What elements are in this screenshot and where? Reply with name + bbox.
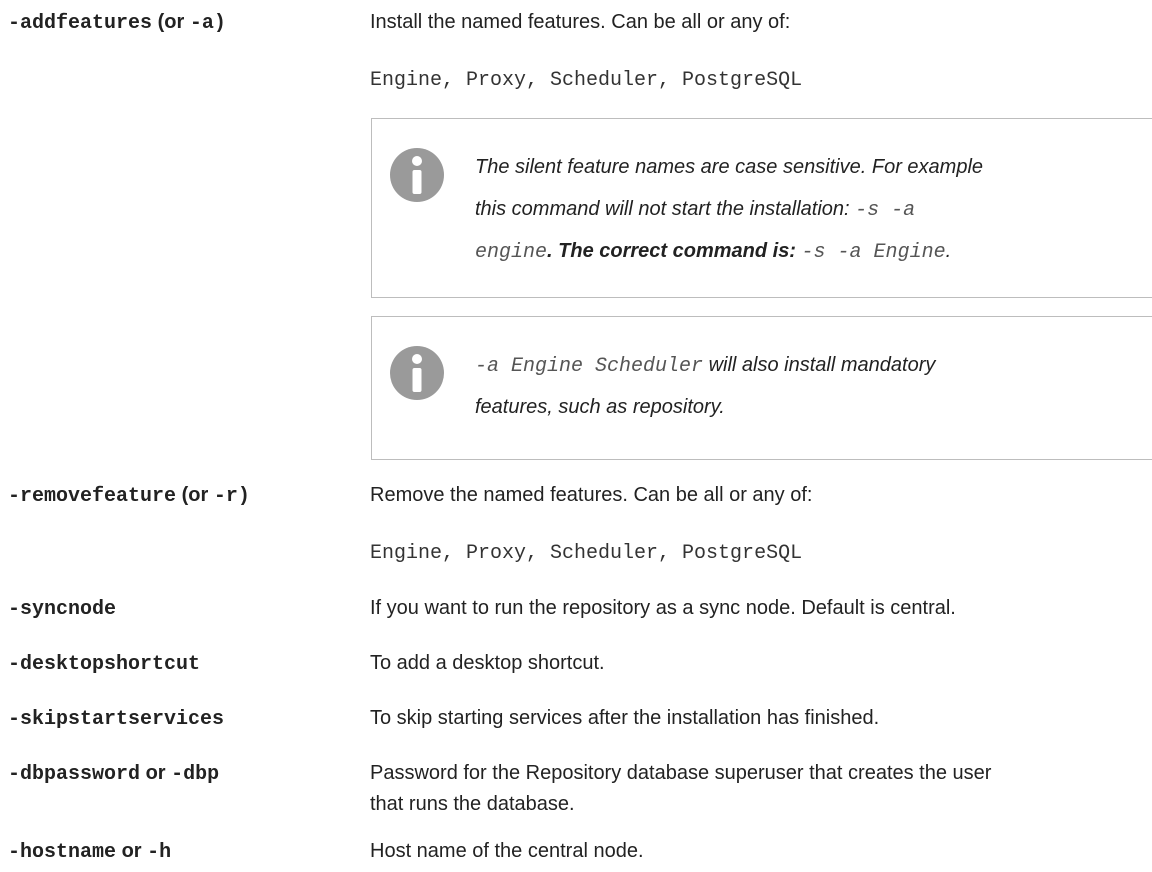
flag-r: -r) [213,485,250,508]
param-hostname: -hostname or -h [8,840,172,864]
desc-desktopshortcut: To add a desktop shortcut. [370,652,605,674]
desc-dbpassword-line2: that runs the database. [370,793,575,815]
flag-removefeature: -removefeature [8,485,177,508]
note-case-sensitive: The silent feature names are case sensit… [371,118,1152,298]
code-removefeature-list: Engine, Proxy, Scheduler, PostgreSQL [370,542,803,565]
desc-dbpassword-line1: Password for the Repository database sup… [370,762,992,784]
note-line: this command will not start the installa… [475,198,916,222]
param-desktopshortcut: -desktopshortcut [8,653,201,676]
info-icon [390,148,444,202]
or-label: or [145,762,166,784]
param-skipstartservices: -skipstartservices [8,708,225,731]
note-line: engine. The correct command is: -s -a En… [475,240,952,264]
inline-code: -s -a [855,199,916,222]
or-label: (or [181,484,209,506]
desc-syncnode: If you want to run the repository as a s… [370,597,956,619]
desc-skipstartservices: To skip starting services after the inst… [370,707,880,729]
param-dbpassword: -dbpassword or -dbp [8,762,220,786]
inline-code: -s -a Engine [801,241,946,264]
or-label: or [121,840,142,862]
inline-code: -a Engine Scheduler [475,355,704,378]
flag-a: -a) [189,12,226,35]
param-syncnode: -syncnode [8,598,117,621]
param-addfeatures: -addfeatures (or -a) [8,11,226,35]
desc-addfeatures: Install the named features. Can be all o… [370,11,791,33]
desc-hostname: Host name of the central node. [370,840,644,862]
note-mandatory-features: -a Engine Scheduler will also install ma… [371,316,1152,460]
flag-addfeatures: -addfeatures [8,12,153,35]
inline-code: engine [475,241,548,264]
note-line: features, such as repository. [475,396,725,418]
note-line: -a Engine Scheduler will also install ma… [475,354,936,378]
info-icon [390,346,444,400]
desc-removefeature: Remove the named features. Can be all or… [370,484,813,506]
or-label: (or [157,11,185,33]
param-removefeature: -removefeature (or -r) [8,484,250,508]
code-addfeatures-list: Engine, Proxy, Scheduler, PostgreSQL [370,69,803,92]
note-line: The silent feature names are case sensit… [475,156,984,178]
